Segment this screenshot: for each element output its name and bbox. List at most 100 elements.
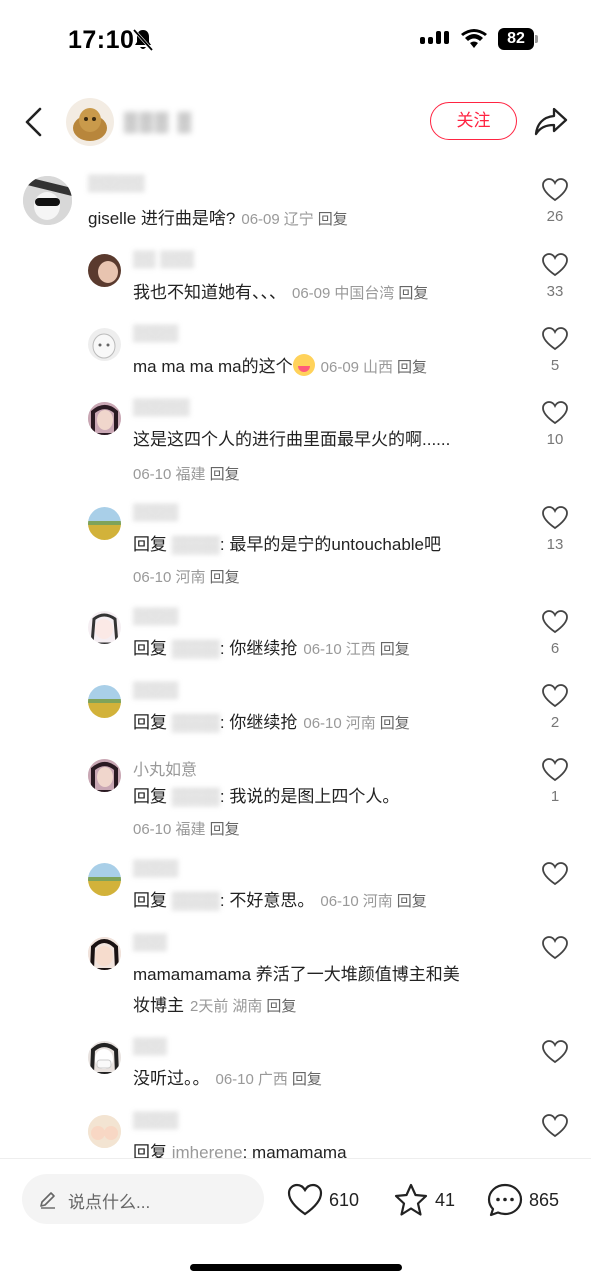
comment-username[interactable]: 小丸如意 [133, 756, 197, 780]
heart-icon [542, 862, 568, 886]
reply-button[interactable]: 回复 [398, 285, 428, 302]
comment-username[interactable]: ▒▒ ▒▒▒ [133, 251, 194, 269]
bell-off-icon [132, 28, 154, 52]
comment-item: ▒▒▒▒ ma ma ma ma的这个 06-09 山西 回复 5 [0, 319, 591, 393]
comment-meta: 06-10 福建 回复 [133, 463, 240, 484]
comment-username[interactable]: ▒▒▒ [133, 934, 167, 952]
like-count: 6 [550, 640, 560, 657]
comment-input[interactable]: 说点什么... [22, 1174, 264, 1224]
reply-button[interactable]: 回复 [397, 359, 427, 376]
user-avatar[interactable] [88, 759, 121, 792]
share-icon[interactable] [533, 105, 569, 137]
comment-location: 广西 [257, 1071, 288, 1088]
comment-date: 06-10 [303, 715, 342, 732]
like-button[interactable]: 13 [538, 506, 572, 553]
comment-text: 回复 ▒▒▒▒: 我说的是图上四个人。 [133, 787, 400, 806]
heart-icon [542, 327, 568, 351]
like-button[interactable]: 10 [538, 401, 572, 448]
comment-username[interactable]: ▒▒▒▒ [133, 1112, 178, 1130]
comment-item: ▒▒▒▒ 回复 ▒▒▒▒: 不好意思。 06-10 河南 回复 [0, 854, 591, 928]
comment-username[interactable]: ▒▒▒▒ [133, 325, 178, 343]
user-avatar[interactable] [88, 1115, 121, 1148]
like-button[interactable]: 5 [538, 327, 572, 374]
like-count: 610 [329, 1189, 360, 1210]
heart-icon [542, 401, 568, 425]
comment-bubble-icon [487, 1183, 523, 1217]
author-avatar[interactable] [66, 98, 114, 146]
user-avatar[interactable] [88, 328, 121, 361]
reply-button[interactable]: 回复 [210, 821, 240, 838]
comment-username[interactable]: ▒▒▒▒ [133, 608, 178, 626]
like-button[interactable] [538, 936, 572, 960]
user-avatar[interactable] [88, 402, 121, 435]
comment-list[interactable]: ▒▒▒▒▒ giselle 进行曲是啥? 06-09 辽宁 回复 26 ▒▒ ▒▒▒ … [0, 170, 591, 1158]
follow-button[interactable]: 关注 [430, 102, 517, 140]
comment-username[interactable]: ▒▒▒▒▒ [88, 175, 145, 193]
comment-button[interactable]: 865 [487, 1181, 559, 1219]
nav-bar: ▒▒▒ ▒ 关注 [0, 90, 591, 154]
comment-location: 福建 [175, 466, 206, 483]
crying-face-emoji-icon [292, 354, 315, 376]
comment-username[interactable]: ▒▒▒▒ [133, 682, 178, 700]
user-avatar[interactable] [88, 1041, 121, 1074]
heart-icon [542, 178, 568, 202]
comment-username[interactable]: ▒▒▒▒▒ [133, 399, 190, 417]
like-count: 2 [550, 714, 560, 731]
like-button[interactable]: 33 [538, 253, 572, 300]
comment-date: 2天前 [190, 998, 229, 1015]
comment-location: 江西 [345, 641, 376, 658]
comment-username[interactable]: ▒▒▒▒ [133, 504, 178, 522]
reply-button[interactable]: 回复 [318, 211, 348, 228]
like-button[interactable] [538, 862, 572, 886]
heart-icon [542, 610, 568, 634]
user-avatar[interactable] [88, 937, 121, 970]
comment-text: 回复 ▒▒▒▒: 你继续抢 06-10 河南 回复 [133, 713, 410, 732]
bottom-action-bar: 说点什么... 610 41 865 [0, 1158, 591, 1280]
user-avatar[interactable] [88, 254, 121, 287]
user-avatar[interactable] [88, 863, 121, 896]
user-avatar[interactable] [88, 685, 121, 718]
comment-meta: 06-10 河南 回复 [133, 566, 240, 587]
comment-item: ▒▒▒ 没听过。。 06-10 广西 回复 [0, 1032, 591, 1106]
comment-item: ▒▒▒▒ 回复 imherene: mamamama [0, 1106, 591, 1158]
reply-button[interactable]: 回复 [380, 641, 410, 658]
like-button[interactable]: 2 [538, 684, 572, 731]
comment-username[interactable]: ▒▒▒▒ [133, 860, 178, 878]
reply-button[interactable]: 回复 [397, 893, 427, 910]
comment-text-line2: 妆博主 2天前 湖南 回复 [133, 996, 297, 1015]
comment-date: 06-09 [241, 211, 280, 228]
comment-date: 06-10 [133, 569, 172, 586]
like-count: 13 [546, 536, 564, 553]
back-icon[interactable] [20, 106, 48, 138]
comment-item: ▒▒▒▒▒ 这是这四个人的进行曲里面最早火的啊...... 06-10 福建 回复… [0, 393, 591, 497]
like-button[interactable]: 6 [538, 610, 572, 657]
comment-text: 没听过。。 06-10 广西 回复 [133, 1069, 322, 1088]
comment-username[interactable]: ▒▒▒ [133, 1038, 167, 1056]
reply-button[interactable]: 回复 [266, 998, 296, 1015]
comment-date: 06-09 [320, 359, 360, 376]
comment-item: ▒▒▒▒ 回复 ▒▒▒▒: 你继续抢 06-10 河南 回复 2 [0, 676, 591, 750]
user-avatar[interactable] [88, 611, 121, 644]
reply-button[interactable]: 回复 [380, 715, 410, 732]
comment-date: 06-09 [292, 285, 331, 302]
comment-location: 中国台湾 [334, 285, 395, 302]
user-avatar[interactable] [88, 507, 121, 540]
like-button[interactable]: 26 [538, 178, 572, 225]
like-button[interactable] [538, 1114, 572, 1138]
favorite-button[interactable]: 41 [393, 1181, 455, 1219]
battery-indicator: 82 [498, 28, 538, 50]
like-button[interactable] [538, 1040, 572, 1064]
comment-text: mamamamama 养活了一大堆颜值博主和美 [133, 965, 460, 984]
user-avatar[interactable] [23, 176, 72, 225]
comment-date: 06-10 [133, 466, 172, 483]
reply-button[interactable]: 回复 [210, 569, 240, 586]
comment-item: ▒▒▒▒ 回复 ▒▒▒▒: 你继续抢 06-10 江西 回复 6 [0, 602, 591, 676]
author-name[interactable]: ▒▒▒ ▒ [124, 112, 193, 134]
heart-icon [287, 1183, 323, 1216]
like-post-button[interactable]: 610 [287, 1181, 359, 1219]
favorite-count: 41 [435, 1189, 456, 1210]
comment-location: 河南 [175, 569, 206, 586]
reply-button[interactable]: 回复 [292, 1071, 322, 1088]
reply-button[interactable]: 回复 [210, 466, 240, 483]
like-button[interactable]: 1 [538, 758, 572, 805]
